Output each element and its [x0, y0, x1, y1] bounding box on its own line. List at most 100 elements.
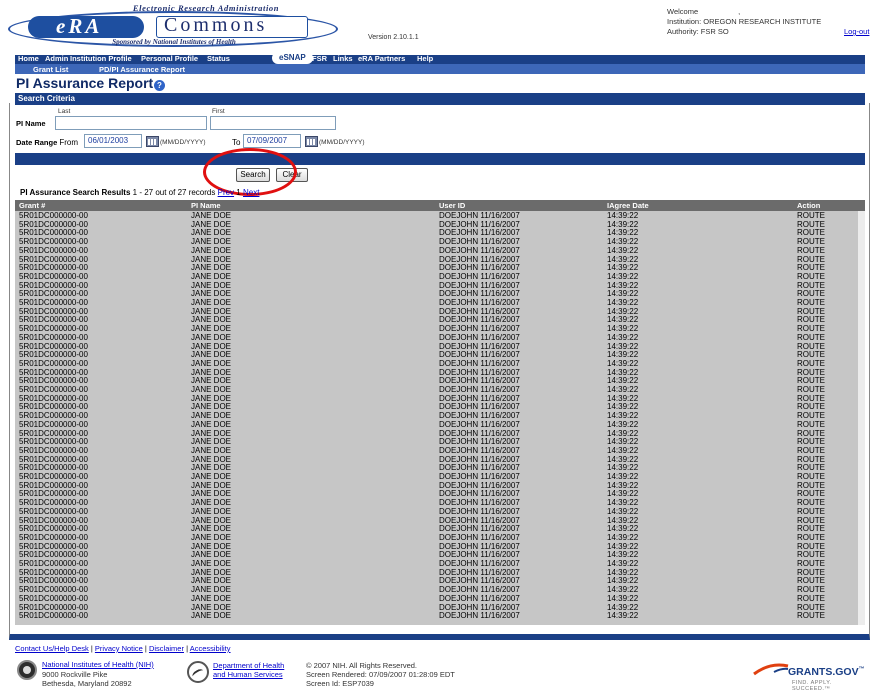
- subnav-grant-list[interactable]: Grant List: [33, 65, 68, 74]
- nav-help[interactable]: Help: [417, 54, 433, 63]
- cell-action[interactable]: ROUTE: [797, 281, 825, 290]
- table-row: 5R01DC000000-00 JANE DOE DOEJOHN 11/16/200…: [15, 350, 858, 359]
- nav-admin[interactable]: Admin: [45, 54, 68, 63]
- col-grant-number[interactable]: Grant #: [19, 201, 45, 210]
- cell-pi-name: JANE DOE: [191, 559, 232, 568]
- cell-action[interactable]: ROUTE: [797, 603, 825, 612]
- cell-grant-number: 5R01DC000000-00: [19, 385, 88, 394]
- cell-action[interactable]: ROUTE: [797, 376, 825, 385]
- cell-action[interactable]: ROUTE: [797, 611, 825, 620]
- cell-action[interactable]: ROUTE: [797, 246, 825, 255]
- cell-action[interactable]: ROUTE: [797, 559, 825, 568]
- cell-iagree-date: 14:39:22: [607, 271, 639, 281]
- cell-action[interactable]: ROUTE: [797, 402, 825, 411]
- cell-action[interactable]: ROUTE: [797, 550, 825, 559]
- cell-action[interactable]: ROUTE: [797, 307, 825, 316]
- table-row: 5R01DC000000-00 JANE DOE DOEJOHN 11/16/200…: [15, 368, 858, 377]
- cell-action[interactable]: ROUTE: [797, 429, 825, 438]
- cell-action[interactable]: ROUTE: [797, 211, 825, 220]
- cell-action[interactable]: ROUTE: [797, 455, 825, 464]
- cell-action[interactable]: ROUTE: [797, 489, 825, 498]
- cell-action[interactable]: ROUTE: [797, 350, 825, 359]
- cell-action[interactable]: ROUTE: [797, 585, 825, 594]
- cell-action[interactable]: ROUTE: [797, 576, 825, 585]
- logout-link[interactable]: Log-out: [844, 27, 869, 36]
- cell-action[interactable]: ROUTE: [797, 237, 825, 246]
- col-action[interactable]: Action: [797, 201, 820, 210]
- cell-user-id: DOEJOHN 11/16/2007: [439, 532, 520, 542]
- prev-link[interactable]: Prev: [218, 188, 234, 197]
- pi-first-name-input[interactable]: [210, 116, 336, 130]
- hhs-link-line2[interactable]: and Human Services: [213, 670, 283, 679]
- cell-action[interactable]: ROUTE: [797, 255, 825, 264]
- cell-action[interactable]: ROUTE: [797, 315, 825, 324]
- cell-iagree-date: 14:39:22: [607, 228, 639, 238]
- hhs-link-line1[interactable]: Department of Health: [213, 661, 284, 670]
- nih-seal-icon[interactable]: [17, 660, 37, 680]
- cell-iagree-date: 14:39:22: [607, 472, 639, 481]
- cell-action[interactable]: ROUTE: [797, 542, 825, 551]
- results-scrollbar[interactable]: [858, 211, 865, 625]
- cell-iagree-date: 14:39:22: [607, 454, 639, 464]
- nav-esnap-tab[interactable]: eSNAP: [272, 52, 313, 64]
- pi-last-name-input[interactable]: [55, 116, 207, 130]
- cell-action[interactable]: ROUTE: [797, 385, 825, 394]
- cell-action[interactable]: ROUTE: [797, 298, 825, 307]
- col-user-id[interactable]: User ID: [439, 201, 465, 210]
- cell-action[interactable]: ROUTE: [797, 420, 825, 429]
- hhs-seal-icon[interactable]: [187, 661, 209, 683]
- cell-action[interactable]: ROUTE: [797, 533, 825, 542]
- cell-action[interactable]: ROUTE: [797, 220, 825, 229]
- nav-personal-profile[interactable]: Personal Profile: [141, 54, 198, 63]
- nav-status[interactable]: Status: [207, 54, 230, 63]
- cell-action[interactable]: ROUTE: [797, 263, 825, 272]
- cell-action[interactable]: ROUTE: [797, 359, 825, 368]
- nav-institution-profile[interactable]: Institution Profile: [70, 54, 132, 63]
- cell-action[interactable]: ROUTE: [797, 368, 825, 377]
- cell-action[interactable]: ROUTE: [797, 568, 825, 577]
- era-commons-logo[interactable]: Electronic Research Administration eRA C…: [8, 3, 338, 47]
- calendar-from-icon[interactable]: [146, 136, 159, 147]
- cell-action[interactable]: ROUTE: [797, 594, 825, 603]
- cell-action[interactable]: ROUTE: [797, 516, 825, 525]
- cell-action[interactable]: ROUTE: [797, 446, 825, 455]
- cell-action[interactable]: ROUTE: [797, 394, 825, 403]
- cell-action[interactable]: ROUTE: [797, 524, 825, 533]
- subnav-pd-pi-assurance-report[interactable]: PD/PI Assurance Report: [99, 65, 185, 74]
- grants-gov-logo[interactable]: GRANTS.GOV™: [788, 666, 865, 678]
- calendar-to-icon[interactable]: [305, 136, 318, 147]
- cell-action[interactable]: ROUTE: [797, 463, 825, 472]
- cell-action[interactable]: ROUTE: [797, 437, 825, 446]
- cell-action[interactable]: ROUTE: [797, 324, 825, 333]
- cell-action[interactable]: ROUTE: [797, 342, 825, 351]
- footer-privacy-link[interactable]: Privacy Notice: [95, 644, 143, 653]
- footer-accessibility-link[interactable]: Accessibility: [190, 644, 231, 653]
- cell-action[interactable]: ROUTE: [797, 333, 825, 342]
- cell-action[interactable]: ROUTE: [797, 498, 825, 507]
- date-to-format: (MM/DD/YYYY): [319, 139, 365, 146]
- cell-action[interactable]: ROUTE: [797, 411, 825, 420]
- date-to-input[interactable]: 07/09/2007: [243, 134, 301, 148]
- footer-disclaimer-link[interactable]: Disclaimer: [149, 644, 184, 653]
- cell-user-id: DOEJOHN 11/16/2007: [439, 289, 520, 299]
- cell-action[interactable]: ROUTE: [797, 507, 825, 516]
- footer-contact-link[interactable]: Contact Us/Help Desk: [15, 644, 89, 653]
- nih-link[interactable]: National Institutes of Health (NIH): [42, 660, 154, 669]
- next-link[interactable]: Next: [243, 188, 259, 197]
- cell-pi-name: JANE DOE: [191, 611, 232, 621]
- cell-action[interactable]: ROUTE: [797, 481, 825, 490]
- col-iagree-date[interactable]: IAgree Date: [607, 201, 649, 210]
- cell-iagree-date: 14:39:22: [607, 463, 639, 473]
- nav-links[interactable]: Links: [333, 54, 353, 63]
- col-pi-name[interactable]: PI Name: [191, 201, 221, 210]
- cell-action[interactable]: ROUTE: [797, 289, 825, 298]
- nav-fsr[interactable]: FSR: [312, 54, 327, 63]
- nav-home[interactable]: Home: [18, 54, 39, 63]
- cell-pi-name: JANE DOE: [191, 463, 232, 473]
- date-from-input[interactable]: 06/01/2003: [84, 134, 142, 148]
- nav-era-partners[interactable]: eRA Partners: [358, 54, 405, 63]
- help-icon[interactable]: ?: [154, 80, 165, 91]
- cell-action[interactable]: ROUTE: [797, 272, 825, 281]
- cell-action[interactable]: ROUTE: [797, 472, 825, 481]
- cell-action[interactable]: ROUTE: [797, 228, 825, 237]
